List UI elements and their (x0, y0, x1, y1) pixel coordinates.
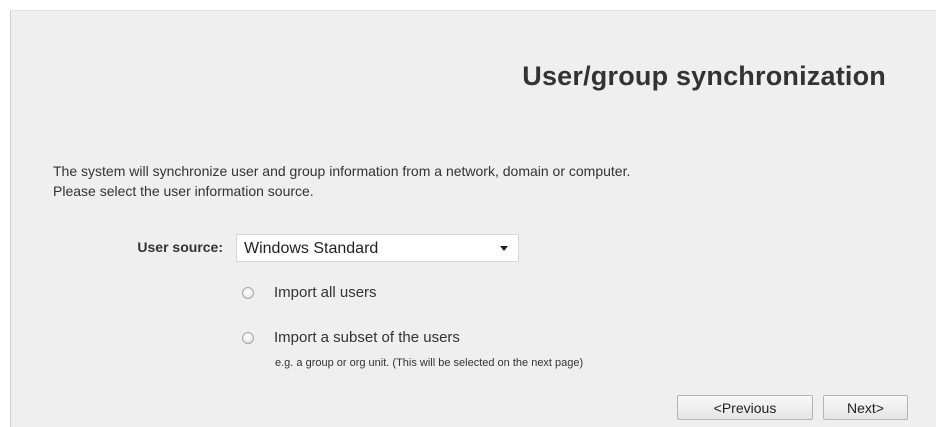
intro-line-1: The system will synchronize user and gro… (53, 163, 631, 179)
user-source-select[interactable]: Windows Standard (236, 234, 519, 262)
next-button[interactable]: Next> (823, 395, 908, 420)
page-title: User/group synchronization (522, 61, 886, 91)
chevron-down-icon (500, 246, 508, 251)
user-source-selected-value: Windows Standard (244, 240, 379, 257)
import-all-users-label[interactable]: Import all users (274, 284, 377, 301)
intro-line-2: Please select the user information sourc… (53, 183, 314, 199)
import-all-users-radio[interactable] (242, 287, 254, 299)
intro-text: The system will synchronize user and gro… (53, 161, 913, 201)
import-subset-hint: e.g. a group or org unit. (This will be … (275, 357, 584, 369)
user-source-label: User source: (137, 239, 223, 255)
import-subset-label[interactable]: Import a subset of the users (274, 329, 460, 346)
previous-button[interactable]: <Previous (677, 395, 813, 420)
wizard-panel: User/group synchronization The system wi… (10, 10, 936, 427)
import-subset-radio[interactable] (242, 332, 254, 344)
